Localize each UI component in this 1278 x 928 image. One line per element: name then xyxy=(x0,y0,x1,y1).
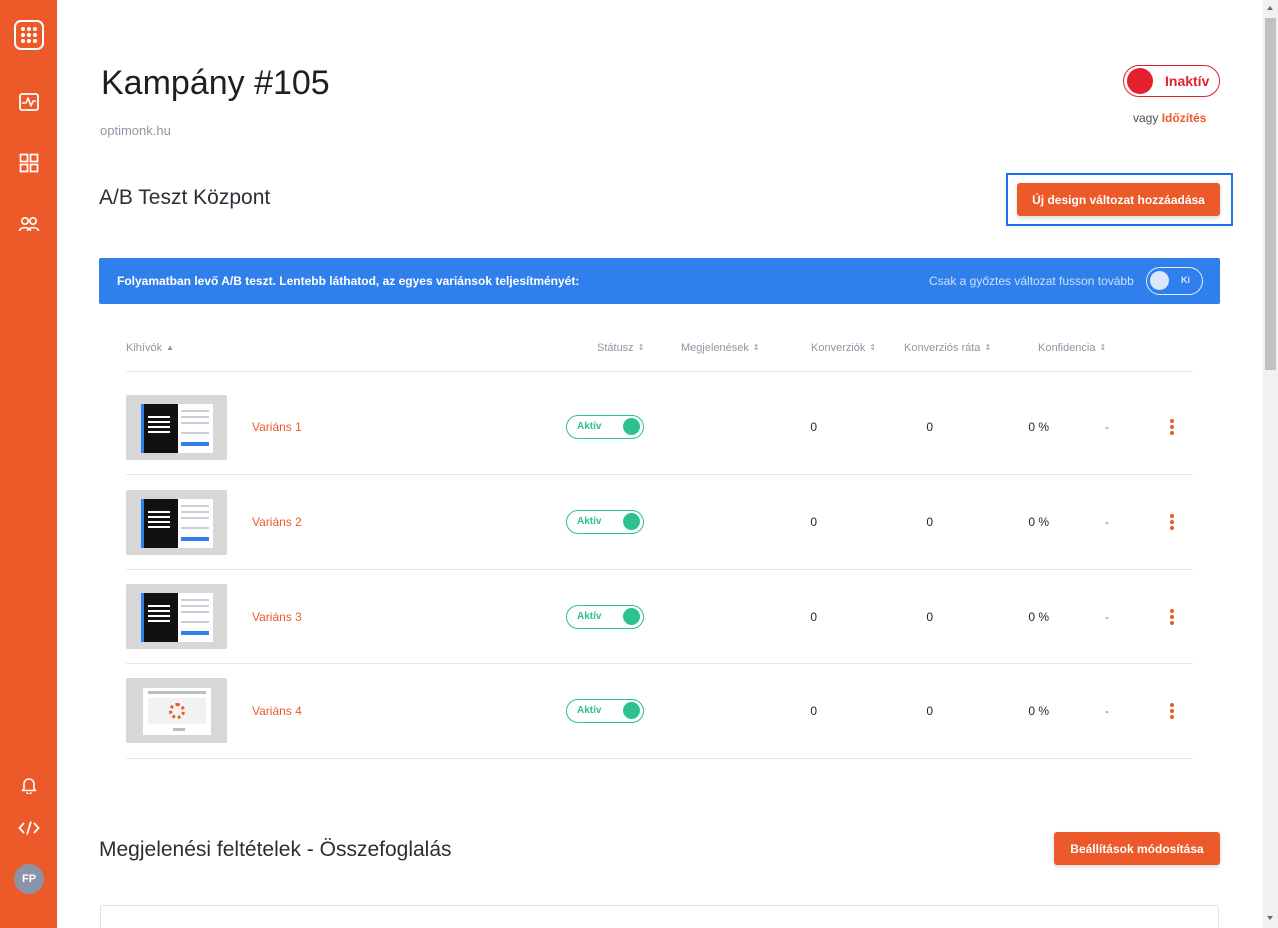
conversion-rate-value: 0 % xyxy=(1028,610,1049,624)
column-header-status[interactable]: Státusz ⇕ xyxy=(597,342,645,354)
impressions-value: 0 xyxy=(810,420,817,434)
variant-thumbnail[interactable] xyxy=(126,678,227,743)
banner-message: Folyamatban levő A/B teszt. Lentebb láth… xyxy=(117,274,580,288)
more-options-icon[interactable] xyxy=(1169,419,1175,435)
impressions-value: 0 xyxy=(810,610,817,624)
bell-icon[interactable] xyxy=(14,770,44,800)
variant-status-toggle[interactable]: Aktív xyxy=(566,605,644,629)
impressions-value: 0 xyxy=(810,515,817,529)
sort-asc-icon: ▲ xyxy=(166,343,174,352)
winner-only-label: Csak a győztes változat fusson tovább xyxy=(929,274,1134,288)
conversion-rate-value: 0 % xyxy=(1028,704,1049,718)
table-row: Variáns 2 Aktív 0 0 0 % - xyxy=(126,467,1193,561)
variant-name-link[interactable]: Variáns 4 xyxy=(252,704,302,718)
conversions-value: 0 xyxy=(926,515,933,529)
ab-test-heading: A/B Teszt Központ xyxy=(99,186,271,209)
conversion-rate-value: 0 % xyxy=(1028,515,1049,529)
conversions-value: 0 xyxy=(926,610,933,624)
variant-name-link[interactable]: Variáns 2 xyxy=(252,515,302,529)
column-header-confidence[interactable]: Konfidencia ⇕ xyxy=(1038,342,1107,354)
sort-icon: ⇕ xyxy=(984,343,991,352)
sidebar: FP xyxy=(0,0,57,928)
scroll-up-icon[interactable] xyxy=(1267,6,1273,10)
scrollbar-thumb[interactable] xyxy=(1265,18,1276,370)
variant-status-toggle[interactable]: Aktív xyxy=(566,415,644,439)
or-text: vagy xyxy=(1133,111,1159,125)
conversion-rate-value: 0 % xyxy=(1028,420,1049,434)
ab-test-banner: Folyamatban levő A/B teszt. Lentebb láth… xyxy=(99,258,1220,304)
code-icon[interactable] xyxy=(14,813,44,843)
table-row: Variáns 3 Aktív 0 0 0 % - xyxy=(126,561,1193,655)
variant-thumbnail[interactable] xyxy=(126,490,227,555)
toggle-label: Ki xyxy=(1181,275,1190,285)
page-title: Kampány #105 xyxy=(101,64,330,102)
divider xyxy=(126,758,1193,759)
sort-icon: ⇕ xyxy=(752,343,760,352)
grid-logo-icon[interactable] xyxy=(14,20,44,50)
confidence-value: - xyxy=(1105,704,1109,718)
dashboard-grid-icon[interactable] xyxy=(14,148,44,178)
toggle-knob xyxy=(1150,271,1169,290)
more-options-icon[interactable] xyxy=(1169,609,1175,625)
campaign-domain: optimonk.hu xyxy=(100,123,171,138)
column-header-impressions[interactable]: Megjelenések ⇕ xyxy=(681,342,760,354)
more-options-icon[interactable] xyxy=(1169,703,1175,719)
impressions-value: 0 xyxy=(810,704,817,718)
column-header-challenger[interactable]: Kihívók ▲ xyxy=(126,342,174,354)
confidence-value: - xyxy=(1105,420,1109,434)
conversions-value: 0 xyxy=(926,704,933,718)
variant-name-link[interactable]: Variáns 3 xyxy=(252,610,302,624)
variant-thumbnail[interactable] xyxy=(126,584,227,649)
main-content: Kampány #105 optimonk.hu Inaktív vagy Id… xyxy=(57,0,1263,928)
variant-status-toggle[interactable]: Aktív xyxy=(566,699,644,723)
add-design-variant-button[interactable]: Új design változat hozzáadása xyxy=(1017,183,1220,216)
schedule-link[interactable]: Időzítés xyxy=(1162,111,1207,125)
conversions-value: 0 xyxy=(926,420,933,434)
variant-name-link[interactable]: Variáns 1 xyxy=(252,420,302,434)
display-conditions-heading: Megjelenési feltételek - Összefoglalás xyxy=(99,838,452,861)
sort-icon: ⇕ xyxy=(637,343,645,352)
analytics-icon[interactable] xyxy=(14,87,44,117)
sort-icon: ⇕ xyxy=(1099,343,1107,352)
winner-only-toggle[interactable]: Ki xyxy=(1146,267,1203,295)
column-header-rate[interactable]: Konverziós ráta ⇕ xyxy=(904,342,991,354)
edit-settings-button[interactable]: Beállítások módosítása xyxy=(1054,832,1220,865)
variant-status-toggle[interactable]: Aktív xyxy=(566,510,644,534)
variant-thumbnail[interactable] xyxy=(126,395,227,460)
confidence-value: - xyxy=(1105,515,1109,529)
schedule-line: vagy Időzítés xyxy=(1133,111,1206,125)
status-dot-icon xyxy=(1127,68,1153,94)
avatar[interactable]: FP xyxy=(14,864,44,894)
table-row: Variáns 1 Aktív 0 0 0 % - xyxy=(126,372,1193,466)
confidence-value: - xyxy=(1105,610,1109,624)
vertical-scrollbar[interactable] xyxy=(1263,0,1278,928)
conditions-summary-panel xyxy=(100,905,1219,928)
more-options-icon[interactable] xyxy=(1169,514,1175,530)
column-header-conversions[interactable]: Konverziók ⇕ xyxy=(811,342,876,354)
campaign-status-toggle[interactable]: Inaktív xyxy=(1123,65,1220,97)
sort-icon: ⇕ xyxy=(869,343,876,352)
status-label: Inaktív xyxy=(1165,73,1210,89)
users-icon[interactable] xyxy=(14,209,44,239)
scroll-down-icon[interactable] xyxy=(1267,916,1273,920)
table-row: Variáns 4 Aktív 0 0 0 % - xyxy=(126,655,1193,749)
